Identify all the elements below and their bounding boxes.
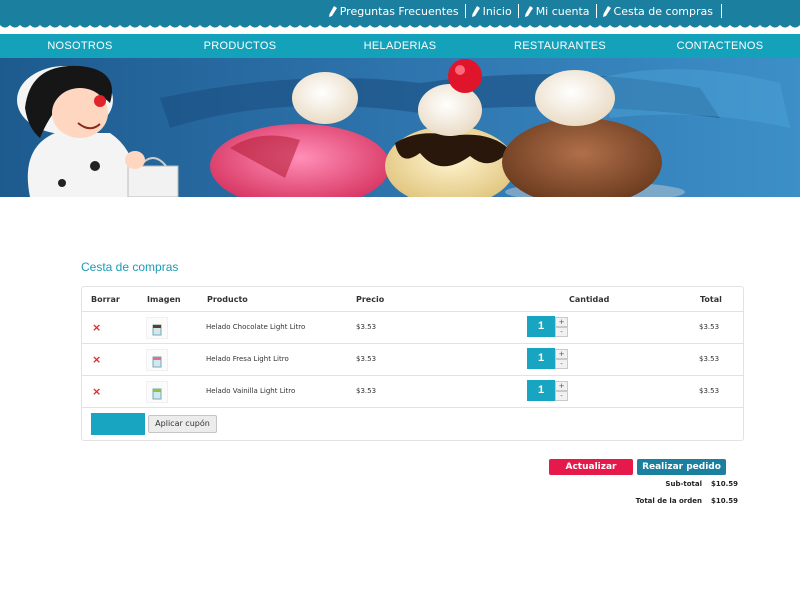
apply-coupon-button[interactable]: Aplicar cupón: [148, 415, 217, 433]
place-order-button[interactable]: Realizar pedido →: [637, 459, 726, 488]
col-price-header: Precio: [356, 295, 385, 304]
product-thumbnail: [146, 349, 168, 371]
home-link[interactable]: Inicio: [464, 4, 518, 18]
col-quantity-header: Cantidad: [569, 295, 610, 304]
quantity-plus-button[interactable]: +: [555, 381, 568, 391]
product-thumbnail: [146, 317, 168, 339]
table-row: × Helado Fresa Light Litro $3.53 + - $3.…: [82, 343, 743, 375]
update-cart-button[interactable]: Actualizar carrito: [549, 459, 633, 488]
top-bar: Preguntas Frecuentes Inicio Mi cuenta Ce…: [0, 0, 800, 22]
table-row: × Helado Chocolate Light Litro $3.53 + -…: [82, 311, 743, 343]
quantity-input[interactable]: [527, 316, 555, 337]
account-link[interactable]: Mi cuenta: [517, 4, 596, 18]
order-total-label: Total de la orden: [635, 497, 702, 505]
col-delete-header: Borrar: [91, 295, 120, 304]
subtotal-value: $10.59: [711, 480, 739, 488]
nav-item-productos[interactable]: PRODUCTOS: [160, 34, 320, 58]
main-nav: NOSOTROS PRODUCTOS HELADERIAS RESTAURANT…: [0, 34, 800, 58]
faq-link[interactable]: Preguntas Frecuentes: [323, 4, 465, 18]
col-image-header: Imagen: [147, 295, 181, 304]
quantity-input[interactable]: [527, 348, 555, 369]
col-product-header: Producto: [207, 295, 248, 304]
cart-title: Cesta de compras: [81, 260, 179, 274]
quantity-plus-button[interactable]: +: [555, 349, 568, 359]
remove-item-button[interactable]: ×: [92, 385, 101, 398]
account-link-label: Mi cuenta: [535, 4, 590, 18]
product-price: $3.53: [356, 323, 377, 331]
quantity-minus-button[interactable]: -: [555, 327, 568, 337]
product-thumbnail: [146, 381, 168, 403]
cart-link[interactable]: Cesta de compras: [595, 4, 719, 18]
subtotal-label: Sub-total: [665, 480, 702, 488]
remove-item-button[interactable]: ×: [92, 321, 101, 334]
cart-table: Borrar Imagen Producto Precio Cantidad T…: [81, 286, 744, 441]
product-price: $3.53: [356, 387, 377, 395]
nav-item-contactenos[interactable]: CONTACTENOS: [640, 34, 800, 58]
faq-link-label: Preguntas Frecuentes: [339, 4, 459, 18]
quantity-plus-button[interactable]: +: [555, 317, 568, 327]
coupon-input[interactable]: [91, 413, 145, 435]
nav-item-nosotros[interactable]: NOSOTROS: [0, 34, 160, 58]
order-total-value: $10.59: [711, 497, 739, 505]
pencil-icon: [471, 5, 480, 17]
home-link-label: Inicio: [482, 4, 512, 18]
top-links: Preguntas Frecuentes Inicio Mi cuenta Ce…: [323, 0, 722, 22]
divider: [721, 4, 722, 18]
row-total: $3.53: [699, 387, 720, 395]
cart-link-label: Cesta de compras: [613, 4, 713, 18]
nav-item-heladerias[interactable]: HELADERIAS: [320, 34, 480, 58]
quantity-minus-button[interactable]: -: [555, 359, 568, 369]
product-name: Helado Vainilla Light Litro: [206, 387, 296, 395]
remove-item-button[interactable]: ×: [92, 353, 101, 366]
quantity-minus-button[interactable]: -: [555, 391, 568, 401]
product-name: Helado Fresa Light Litro: [206, 355, 289, 363]
product-name: Helado Chocolate Light Litro: [206, 323, 306, 331]
col-total-header: Total: [700, 295, 722, 304]
pencil-icon: [524, 5, 533, 17]
product-price: $3.53: [356, 355, 377, 363]
wave-divider: [0, 22, 800, 28]
row-total: $3.53: [699, 323, 720, 331]
nav-item-restaurantes[interactable]: RESTAURANTES: [480, 34, 640, 58]
quantity-input[interactable]: [527, 380, 555, 401]
hero-banner: [0, 58, 800, 197]
row-total: $3.53: [699, 355, 720, 363]
table-row: × Helado Vainilla Light Litro $3.53 + - …: [82, 375, 743, 407]
pencil-icon: [328, 5, 337, 17]
pencil-icon: [602, 5, 611, 17]
